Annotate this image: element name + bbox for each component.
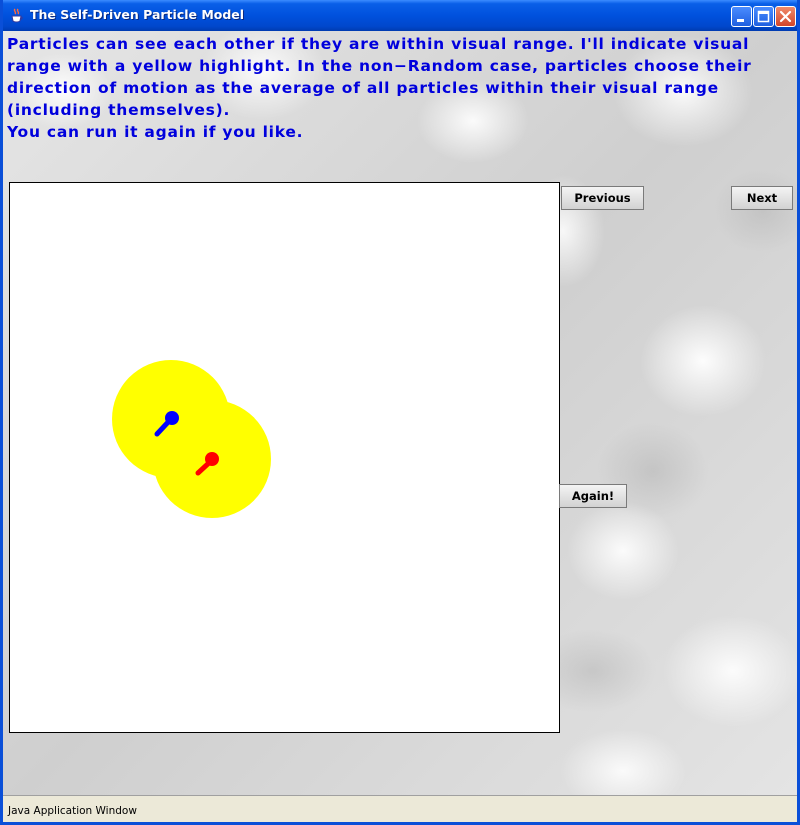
simulation-canvas[interactable] [9,182,560,733]
instruction-line: range with a yellow highlight. In the no… [7,57,752,75]
status-bar: Java Application Window [3,795,797,822]
title-bar[interactable]: The Self-Driven Particle Model [3,0,797,31]
maximize-icon [757,10,770,23]
again-button[interactable]: Again! [559,484,627,508]
minimize-icon [737,19,744,22]
close-icon [779,10,792,23]
window-title: The Self-Driven Particle Model [30,7,245,22]
instruction-line: You can run it again if you like. [7,123,304,141]
application-window: The Self-Driven Particle Model Particles… [0,0,800,825]
instruction-line: (including themselves). [7,101,231,119]
java-cup-icon [11,8,23,23]
maximize-button[interactable] [753,6,774,27]
previous-button[interactable]: Previous [561,186,644,210]
close-button[interactable] [775,6,796,27]
content-panel: Particles can see each other if they are… [3,31,797,795]
instruction-line: Particles can see each other if they are… [7,35,750,53]
minimize-button[interactable] [731,6,752,27]
instructions-text: Particles can see each other if they are… [7,33,787,143]
status-text: Java Application Window [8,805,137,817]
instruction-line: direction of motion as the average of al… [7,79,719,97]
next-button[interactable]: Next [731,186,793,210]
